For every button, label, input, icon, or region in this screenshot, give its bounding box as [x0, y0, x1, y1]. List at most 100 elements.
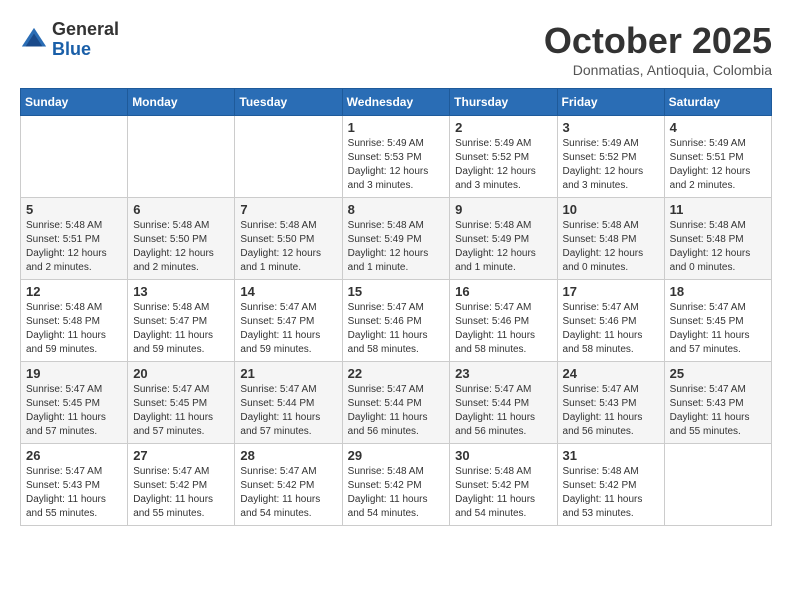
calendar-week-4: 19 Sunrise: 5:47 AM Sunset: 5:45 PM Dayli… — [21, 362, 772, 444]
day-info: Sunrise: 5:47 AM Sunset: 5:44 PM Dayligh… — [348, 383, 445, 439]
day-info: Sunrise: 5:48 AM Sunset: 5:48 PM Dayligh… — [670, 219, 766, 275]
calendar-week-5: 26 Sunrise: 5:47 AM Sunset: 5:43 PM Dayli… — [21, 444, 772, 526]
day-number: 24 — [563, 366, 659, 381]
day-number: 9 — [455, 202, 551, 217]
calendar-cell-2-1: 5 Sunrise: 5:48 AM Sunset: 5:51 PM Daylig… — [21, 198, 128, 280]
calendar-cell-1-4: 1 Sunrise: 5:49 AM Sunset: 5:53 PM Daylig… — [342, 116, 450, 198]
calendar-cell-1-1 — [21, 116, 128, 198]
day-number: 29 — [348, 448, 445, 463]
day-info: Sunrise: 5:48 AM Sunset: 5:50 PM Dayligh… — [133, 219, 229, 275]
day-number: 14 — [240, 284, 336, 299]
day-number: 18 — [670, 284, 766, 299]
day-info: Sunrise: 5:47 AM Sunset: 5:44 PM Dayligh… — [455, 383, 551, 439]
day-info: Sunrise: 5:49 AM Sunset: 5:52 PM Dayligh… — [563, 137, 659, 193]
day-number: 31 — [563, 448, 659, 463]
calendar-cell-4-5: 23 Sunrise: 5:47 AM Sunset: 5:44 PM Dayli… — [450, 362, 557, 444]
calendar-cell-4-1: 19 Sunrise: 5:47 AM Sunset: 5:45 PM Dayli… — [21, 362, 128, 444]
calendar-cell-1-2 — [128, 116, 235, 198]
calendar-cell-2-6: 10 Sunrise: 5:48 AM Sunset: 5:48 PM Dayli… — [557, 198, 664, 280]
logo-text: General Blue — [52, 20, 119, 60]
day-number: 10 — [563, 202, 659, 217]
day-number: 16 — [455, 284, 551, 299]
day-info: Sunrise: 5:49 AM Sunset: 5:53 PM Dayligh… — [348, 137, 445, 193]
day-number: 2 — [455, 120, 551, 135]
calendar-cell-5-5: 30 Sunrise: 5:48 AM Sunset: 5:42 PM Dayli… — [450, 444, 557, 526]
day-number: 12 — [26, 284, 122, 299]
day-info: Sunrise: 5:47 AM Sunset: 5:43 PM Dayligh… — [563, 383, 659, 439]
day-info: Sunrise: 5:47 AM Sunset: 5:43 PM Dayligh… — [670, 383, 766, 439]
day-number: 25 — [670, 366, 766, 381]
calendar-week-1: 1 Sunrise: 5:49 AM Sunset: 5:53 PM Daylig… — [21, 116, 772, 198]
day-number: 4 — [670, 120, 766, 135]
day-info: Sunrise: 5:47 AM Sunset: 5:45 PM Dayligh… — [670, 301, 766, 357]
weekday-header-tuesday: Tuesday — [235, 89, 342, 116]
calendar-cell-3-6: 17Sunrise: 5:47 AM Sunset: 5:46 PM Dayli… — [557, 280, 664, 362]
calendar-cell-3-7: 18 Sunrise: 5:47 AM Sunset: 5:45 PM Dayli… — [664, 280, 771, 362]
page-header: General Blue October 2025 Donmatias, Ant… — [20, 20, 772, 78]
calendar-cell-3-5: 16Sunrise: 5:47 AM Sunset: 5:46 PM Dayli… — [450, 280, 557, 362]
day-info: Sunrise: 5:47 AM Sunset: 5:42 PM Dayligh… — [133, 465, 229, 521]
weekday-header-thursday: Thursday — [450, 89, 557, 116]
day-number: 30 — [455, 448, 551, 463]
day-info: Sunrise: 5:47 AM Sunset: 5:45 PM Dayligh… — [133, 383, 229, 439]
day-number: 28 — [240, 448, 336, 463]
day-info: Sunrise: 5:47 AM Sunset: 5:44 PM Dayligh… — [240, 383, 336, 439]
calendar-cell-2-7: 11 Sunrise: 5:48 AM Sunset: 5:48 PM Dayli… — [664, 198, 771, 280]
calendar-cell-5-1: 26 Sunrise: 5:47 AM Sunset: 5:43 PM Dayli… — [21, 444, 128, 526]
calendar-cell-5-3: 28 Sunrise: 5:47 AM Sunset: 5:42 PM Dayli… — [235, 444, 342, 526]
day-number: 22 — [348, 366, 445, 381]
weekday-header-row: SundayMondayTuesdayWednesdayThursdayFrid… — [21, 89, 772, 116]
weekday-header-monday: Monday — [128, 89, 235, 116]
calendar-week-3: 12Sunrise: 5:48 AM Sunset: 5:48 PM Dayli… — [21, 280, 772, 362]
day-info: Sunrise: 5:48 AM Sunset: 5:47 PM Dayligh… — [133, 301, 229, 357]
day-info: Sunrise: 5:47 AM Sunset: 5:43 PM Dayligh… — [26, 465, 122, 521]
day-number: 26 — [26, 448, 122, 463]
calendar-cell-5-7 — [664, 444, 771, 526]
day-info: Sunrise: 5:48 AM Sunset: 5:42 PM Dayligh… — [348, 465, 445, 521]
day-number: 3 — [563, 120, 659, 135]
day-number: 5 — [26, 202, 122, 217]
calendar-cell-3-1: 12Sunrise: 5:48 AM Sunset: 5:48 PM Dayli… — [21, 280, 128, 362]
calendar-cell-3-4: 15Sunrise: 5:47 AM Sunset: 5:46 PM Dayli… — [342, 280, 450, 362]
day-number: 27 — [133, 448, 229, 463]
calendar-cell-1-5: 2 Sunrise: 5:49 AM Sunset: 5:52 PM Daylig… — [450, 116, 557, 198]
day-number: 11 — [670, 202, 766, 217]
calendar-cell-2-5: 9 Sunrise: 5:48 AM Sunset: 5:49 PM Daylig… — [450, 198, 557, 280]
calendar-cell-5-6: 31 Sunrise: 5:48 AM Sunset: 5:42 PM Dayli… — [557, 444, 664, 526]
day-info: Sunrise: 5:48 AM Sunset: 5:50 PM Dayligh… — [240, 219, 336, 275]
calendar-cell-5-4: 29 Sunrise: 5:48 AM Sunset: 5:42 PM Dayli… — [342, 444, 450, 526]
day-info: Sunrise: 5:49 AM Sunset: 5:52 PM Dayligh… — [455, 137, 551, 193]
location-text: Donmatias, Antioquia, Colombia — [544, 62, 772, 78]
logo: General Blue — [20, 20, 119, 60]
day-number: 23 — [455, 366, 551, 381]
calendar-cell-2-2: 6 Sunrise: 5:48 AM Sunset: 5:50 PM Daylig… — [128, 198, 235, 280]
logo-blue-text: Blue — [52, 40, 119, 60]
day-number: 7 — [240, 202, 336, 217]
calendar-cell-2-3: 7 Sunrise: 5:48 AM Sunset: 5:50 PM Daylig… — [235, 198, 342, 280]
weekday-header-wednesday: Wednesday — [342, 89, 450, 116]
calendar-cell-4-6: 24 Sunrise: 5:47 AM Sunset: 5:43 PM Dayli… — [557, 362, 664, 444]
day-info: Sunrise: 5:48 AM Sunset: 5:42 PM Dayligh… — [455, 465, 551, 521]
calendar-cell-3-2: 13Sunrise: 5:48 AM Sunset: 5:47 PM Dayli… — [128, 280, 235, 362]
day-info: Sunrise: 5:48 AM Sunset: 5:42 PM Dayligh… — [563, 465, 659, 521]
weekday-header-saturday: Saturday — [664, 89, 771, 116]
day-info: Sunrise: 5:47 AM Sunset: 5:47 PM Dayligh… — [240, 301, 336, 357]
month-title: October 2025 — [544, 20, 772, 62]
day-info: Sunrise: 5:47 AM Sunset: 5:42 PM Dayligh… — [240, 465, 336, 521]
day-info: Sunrise: 5:47 AM Sunset: 5:45 PM Dayligh… — [26, 383, 122, 439]
day-number: 6 — [133, 202, 229, 217]
title-section: October 2025 Donmatias, Antioquia, Colom… — [544, 20, 772, 78]
day-info: Sunrise: 5:47 AM Sunset: 5:46 PM Dayligh… — [563, 301, 659, 357]
day-number: 19 — [26, 366, 122, 381]
day-number: 21 — [240, 366, 336, 381]
day-number: 15 — [348, 284, 445, 299]
day-info: Sunrise: 5:48 AM Sunset: 5:51 PM Dayligh… — [26, 219, 122, 275]
day-number: 1 — [348, 120, 445, 135]
calendar-cell-4-3: 21 Sunrise: 5:47 AM Sunset: 5:44 PM Dayli… — [235, 362, 342, 444]
calendar-cell-4-4: 22 Sunrise: 5:47 AM Sunset: 5:44 PM Dayli… — [342, 362, 450, 444]
day-info: Sunrise: 5:48 AM Sunset: 5:48 PM Dayligh… — [563, 219, 659, 275]
calendar-cell-4-7: 25 Sunrise: 5:47 AM Sunset: 5:43 PM Dayli… — [664, 362, 771, 444]
logo-icon — [20, 26, 48, 54]
day-info: Sunrise: 5:48 AM Sunset: 5:49 PM Dayligh… — [455, 219, 551, 275]
calendar-week-2: 5 Sunrise: 5:48 AM Sunset: 5:51 PM Daylig… — [21, 198, 772, 280]
